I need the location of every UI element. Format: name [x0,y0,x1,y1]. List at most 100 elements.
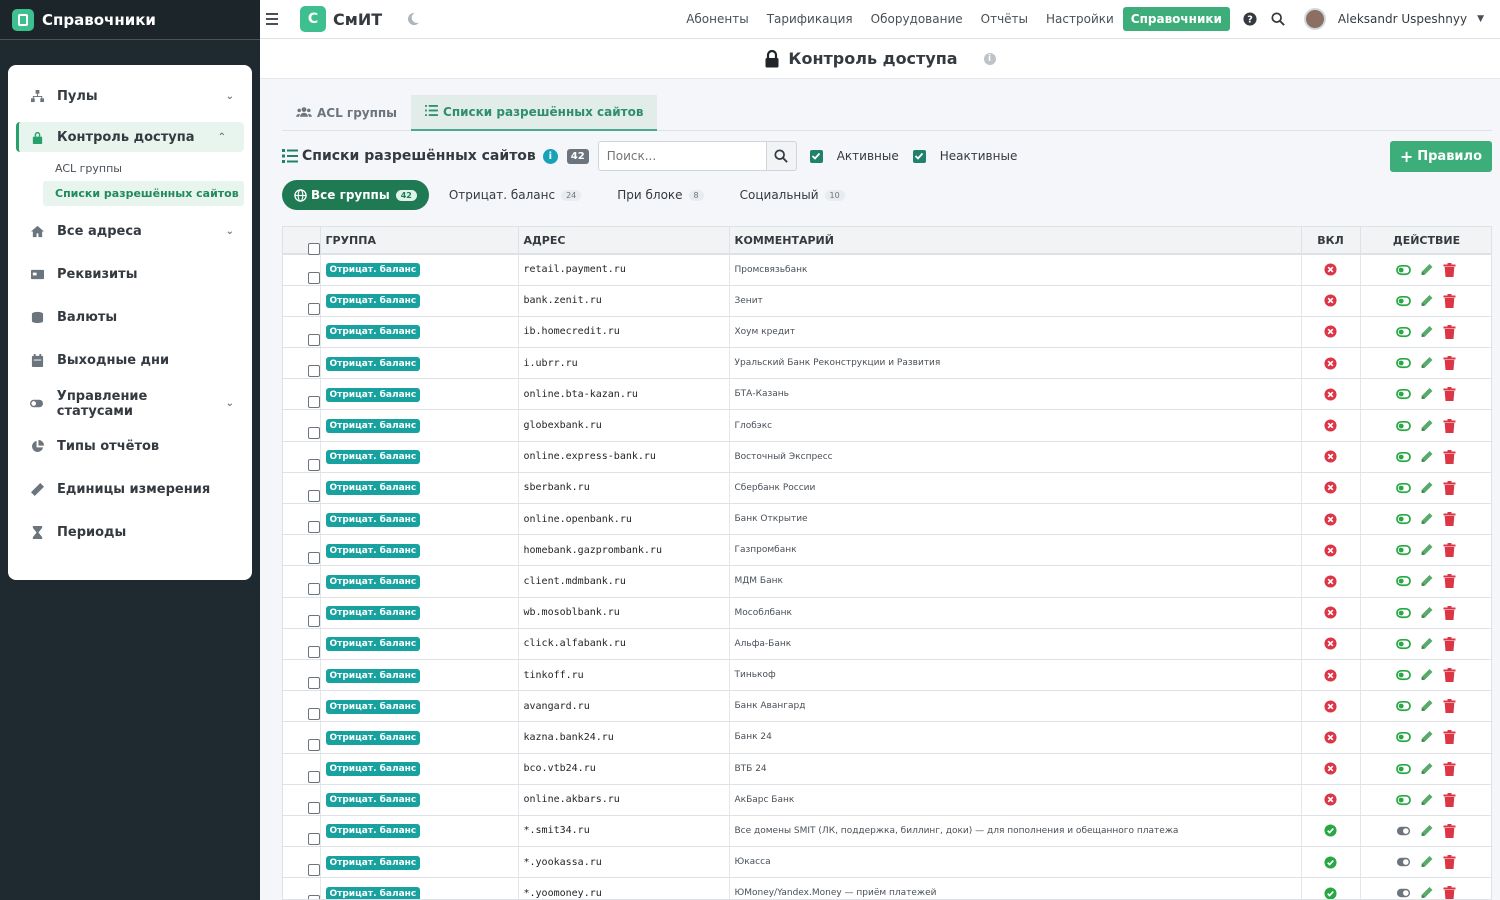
table-row[interactable]: Отрицат. баланс online.openbank.ru Банк От… [283,503,1491,536]
app-logo-icon[interactable]: С [300,6,326,32]
edit-pencil-icon[interactable] [1419,263,1434,277]
table-row[interactable]: Отрицат. баланс avangard.ru Банк Авангард [283,690,1491,723]
toggle-visibility-icon[interactable] [1396,637,1411,651]
table-row[interactable]: Отрицат. баланс ib.homecredit.ru Хоум кред… [283,316,1491,349]
toggle-on-icon[interactable] [1396,824,1411,838]
sidebar-item-toggle[interactable]: Управление статусами ⌄ [8,382,252,425]
row-checkbox[interactable] [308,521,320,533]
edit-pencil-icon[interactable] [1419,855,1434,869]
edit-pencil-icon[interactable] [1419,419,1434,433]
delete-trash-icon[interactable] [1442,418,1457,433]
toggle-visibility-icon[interactable] [1396,543,1411,557]
toggle-visibility-icon[interactable] [1396,387,1411,401]
delete-trash-icon[interactable] [1442,761,1457,776]
table-row[interactable]: Отрицат. баланс online.bta-kazan.ru БТА-Ка… [283,378,1491,411]
row-checkbox[interactable] [308,489,320,502]
table-row[interactable]: Отрицат. баланс online.express-bank.ru Вос… [283,441,1491,473]
col-enabled[interactable]: ВКЛ [1301,227,1361,255]
toggle-visibility-icon[interactable] [1396,762,1411,776]
col-comment[interactable]: КОММЕНТАРИЙ [729,227,1302,255]
delete-trash-icon[interactable] [1442,886,1457,900]
sidebar-item-network[interactable]: Пулы ⌄ [8,75,252,118]
row-checkbox[interactable] [308,583,320,596]
toggle-on-icon[interactable] [1396,886,1411,900]
user-avatar[interactable] [1303,8,1326,30]
toggle-visibility-icon[interactable] [1396,356,1411,370]
add-rule-button[interactable]: + Правило [1389,140,1492,172]
sidebar-subitem-whitelist[interactable]: Списки разрешённых сайтов [43,181,244,206]
col-group[interactable]: ГРУППА [320,227,519,255]
toggle-visibility-icon[interactable] [1396,606,1411,620]
delete-trash-icon[interactable] [1442,636,1457,651]
col-address[interactable]: АДРЕС [518,227,730,255]
delete-trash-icon[interactable] [1442,855,1457,870]
hamburger-menu-icon[interactable] [266,13,288,25]
topnav-item-0[interactable]: Абоненты [686,12,749,26]
row-checkbox[interactable] [308,676,320,689]
edit-pencil-icon[interactable] [1419,699,1434,713]
inactive-checkbox[interactable] [912,149,926,163]
toggle-visibility-icon[interactable] [1396,450,1411,464]
delete-trash-icon[interactable] [1442,543,1457,558]
edit-pencil-icon[interactable] [1419,574,1434,588]
delete-trash-icon[interactable] [1442,293,1457,308]
table-row[interactable]: Отрицат. баланс click.alfabank.ru Альфа-Ба… [283,628,1491,660]
edit-pencil-icon[interactable] [1419,512,1434,526]
toggle-visibility-icon[interactable] [1396,481,1411,495]
edit-pencil-icon[interactable] [1419,606,1434,620]
topnav-item-2[interactable]: Оборудование [871,12,963,26]
toggle-visibility-icon[interactable] [1396,699,1411,713]
delete-trash-icon[interactable] [1442,449,1457,464]
table-row[interactable]: Отрицат. баланс client.mdmbank.ru МДМ Банк [283,565,1491,598]
sidebar-brand[interactable]: Справочники [0,0,260,40]
row-checkbox[interactable] [308,739,320,752]
edit-pencil-icon[interactable] [1419,387,1434,401]
info-icon[interactable]: i [542,148,558,164]
topnav-item-4[interactable]: Настройки [1046,12,1114,26]
row-checkbox[interactable] [308,864,320,877]
edit-pencil-icon[interactable] [1419,730,1434,744]
topnav-item-3[interactable]: Отчёты [981,12,1028,26]
toggle-on-icon[interactable] [1396,855,1411,869]
row-checkbox[interactable] [308,895,320,899]
row-checkbox[interactable] [308,396,320,409]
delete-trash-icon[interactable] [1442,356,1457,371]
sidebar-item-lock[interactable]: Контроль доступа ⌃ [16,122,244,152]
delete-trash-icon[interactable] [1442,574,1457,589]
table-row[interactable]: Отрицат. баланс i.ubrr.ru Уральский Банк Р… [283,347,1491,380]
row-checkbox[interactable] [308,458,320,471]
active-filter[interactable]: Активные [809,149,899,163]
delete-trash-icon[interactable] [1442,605,1457,620]
delete-trash-icon[interactable] [1442,387,1457,402]
row-checkbox[interactable] [308,832,320,845]
delete-trash-icon[interactable] [1442,324,1457,339]
sidebar-subitem-acl-groups[interactable]: ACL группы [8,156,252,181]
user-menu-caret-icon[interactable]: ▼ [1477,14,1484,24]
table-row[interactable]: Отрицат. баланс bco.vtb24.ru ВТБ 24 [283,753,1491,785]
row-checkbox[interactable] [308,272,320,284]
help-icon[interactable]: ? [1243,12,1258,27]
table-row[interactable]: Отрицат. баланс wb.mosoblbank.ru Мособлбан… [283,597,1491,629]
toggle-visibility-icon[interactable] [1396,419,1411,433]
inactive-filter[interactable]: Неактивные [912,149,1017,163]
toggle-visibility-icon[interactable] [1396,512,1411,526]
row-checkbox[interactable] [308,333,320,346]
table-row[interactable]: Отрицат. баланс *.yookassa.ru Юкасса [283,846,1491,879]
toggle-visibility-icon[interactable] [1396,793,1411,807]
page-info-icon[interactable]: i [983,52,996,65]
row-checkbox[interactable] [308,645,320,658]
sidebar-item-hourglass[interactable]: Периоды [8,511,252,554]
table-row[interactable]: Отрицат. баланс bank.zenit.ru Зенит [283,285,1491,317]
row-checkbox[interactable] [308,365,320,378]
toggle-visibility-icon[interactable] [1396,574,1411,588]
row-checkbox[interactable] [308,552,320,565]
table-row[interactable]: Отрицат. баланс *.yoomoney.ru ЮMoney/Yande… [283,877,1491,900]
group-pill-3[interactable]: Социальный 10 [724,180,861,210]
row-checkbox[interactable] [308,427,320,440]
row-checkbox[interactable] [308,770,320,783]
group-pill-2[interactable]: При блоке 8 [601,180,719,210]
toggle-visibility-icon[interactable] [1396,325,1411,339]
sidebar-item-home[interactable]: Все адреса ⌄ [8,210,252,253]
delete-trash-icon[interactable] [1442,823,1457,838]
edit-pencil-icon[interactable] [1419,886,1434,900]
